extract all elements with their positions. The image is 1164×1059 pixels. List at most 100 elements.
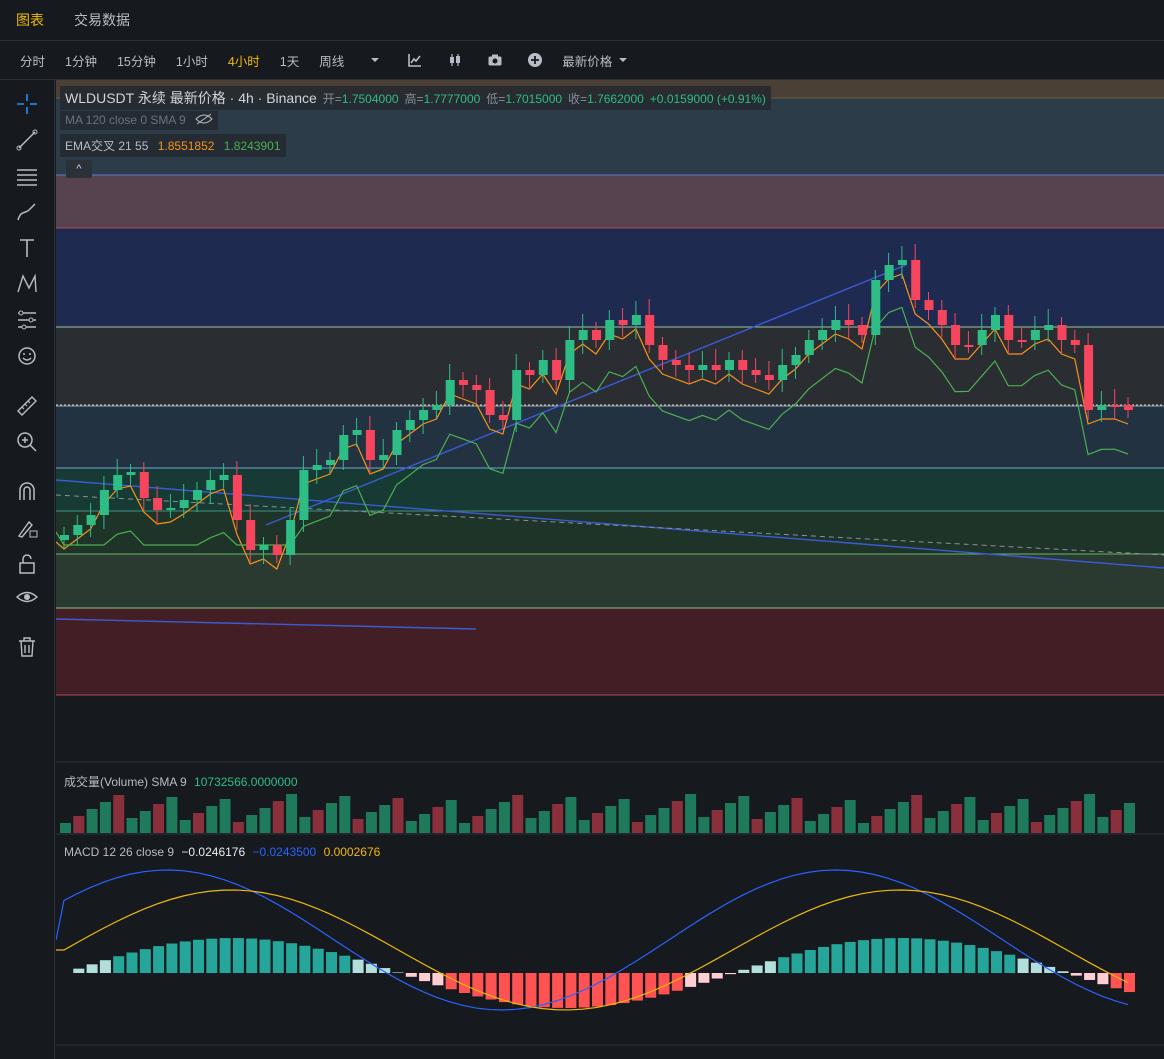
volume-bar	[844, 800, 856, 833]
candle-body	[352, 430, 362, 435]
more-intervals-icon[interactable]	[366, 51, 384, 69]
collapse-legend-icon[interactable]: ^	[66, 160, 92, 178]
candle-body	[126, 472, 136, 475]
macd-histogram-bar	[86, 964, 98, 973]
candle-body	[246, 520, 256, 550]
candle-body	[1110, 405, 1120, 407]
candle-body	[738, 360, 748, 370]
candle-body	[525, 370, 535, 375]
hidden-eye-icon[interactable]	[195, 113, 213, 128]
price-chart[interactable]	[56, 80, 1164, 1059]
tab-trading-data[interactable]: 交易数据	[74, 10, 130, 30]
candle-body	[951, 325, 961, 345]
volume-bar	[1097, 817, 1109, 833]
tab-chart[interactable]: 图表	[16, 10, 44, 30]
volume-bar	[631, 822, 643, 833]
ma-legend[interactable]: MA 120 close 0 SMA 9	[60, 111, 219, 131]
macd-histogram-bar	[552, 973, 564, 1008]
macd-histogram-bar	[405, 973, 417, 977]
fib-band-7	[56, 511, 1164, 554]
measure-lines-icon[interactable]	[13, 306, 41, 334]
emoji-icon[interactable]	[13, 342, 41, 370]
candle-body	[419, 410, 429, 420]
volume-bar	[937, 811, 949, 833]
price-type-dropdown[interactable]: 最新价格	[562, 51, 612, 70]
candle-body	[339, 435, 349, 460]
candle-body	[139, 472, 149, 498]
interval-4h[interactable]: 4小时	[228, 51, 260, 70]
eye-icon[interactable]	[13, 583, 41, 611]
macd-histogram-bar	[299, 945, 311, 973]
trash-icon[interactable]	[13, 633, 41, 661]
interval-15m[interactable]: 15分钟	[117, 51, 156, 70]
candle-body	[405, 420, 415, 430]
volume-bar	[951, 804, 963, 833]
macd-histogram-bar	[339, 955, 351, 973]
macd-histogram-bar	[711, 973, 723, 979]
ema-legend[interactable]: EMA交叉 21 55 1.8551852 1.8243901	[60, 134, 286, 157]
volume-bar	[592, 813, 603, 833]
macd-histogram-bar	[326, 952, 337, 973]
volume-bar	[193, 813, 204, 833]
volume-bar	[166, 797, 178, 833]
volume-bar	[525, 818, 537, 833]
crosshair-icon[interactable]	[13, 90, 41, 118]
volume-bar	[219, 799, 231, 833]
interval-1m[interactable]: 1分钟	[65, 51, 97, 70]
unlock-icon[interactable]	[13, 550, 41, 578]
volume-bar	[405, 821, 417, 833]
symbol-legend: WLDUSDT 永续 最新价格 · 4h · Binance 开=1.75040…	[60, 86, 771, 110]
ma-legend-label: MA 120 close 0 SMA 9	[65, 113, 186, 127]
volume-bar	[113, 795, 125, 833]
candle-body	[193, 490, 202, 500]
candle-body	[99, 490, 109, 515]
volume-bar	[764, 812, 776, 833]
candle-body	[831, 320, 841, 330]
candle-body	[206, 480, 216, 490]
macd-histogram-bar	[565, 973, 577, 1008]
trend-line-icon[interactable]	[13, 126, 41, 154]
candle-body	[153, 498, 163, 510]
candle-body	[272, 545, 282, 555]
macd-histogram-bar	[126, 952, 138, 973]
camera-icon[interactable]	[486, 51, 504, 69]
ema-fast-value: 1.8551852	[157, 139, 215, 153]
interval-1d[interactable]: 1天	[280, 51, 299, 70]
macd-histogram-bar	[365, 963, 377, 973]
brush-icon[interactable]	[13, 198, 41, 226]
candle-body	[60, 535, 69, 540]
volume-bar	[299, 817, 311, 833]
candle-body	[897, 260, 907, 265]
magnet-icon[interactable]	[13, 478, 41, 506]
add-icon[interactable]	[526, 51, 544, 69]
indicators-icon[interactable]	[406, 51, 424, 69]
interval-1w[interactable]: 周线	[319, 51, 344, 70]
candle-body	[778, 365, 788, 380]
candle-body	[991, 315, 1000, 330]
macd-histogram-bar	[153, 946, 165, 973]
macd-histogram-bar	[977, 947, 989, 973]
candle-body	[73, 525, 83, 535]
zoom-in-icon[interactable]	[13, 428, 41, 456]
interval-time[interactable]: 分时	[20, 51, 45, 70]
fib-lines-icon[interactable]	[13, 162, 41, 190]
candle-type-icon[interactable]	[446, 51, 464, 69]
candle-body	[685, 365, 695, 370]
lock-draw-icon[interactable]	[13, 514, 41, 542]
volume-bar	[751, 819, 763, 833]
interval-1h[interactable]: 1小时	[176, 51, 208, 70]
macd-histogram-bar	[618, 973, 630, 1004]
volume-bar	[725, 803, 736, 833]
volume-bar	[326, 803, 337, 833]
pattern-icon[interactable]	[13, 270, 41, 298]
macd-histogram-bar	[419, 973, 431, 982]
text-icon[interactable]	[13, 234, 41, 262]
candle-body	[459, 380, 468, 385]
macd-histogram-bar	[951, 942, 963, 973]
volume-bar	[232, 822, 244, 833]
candle-body	[1057, 325, 1067, 340]
candle-body	[512, 370, 522, 420]
macd-histogram-bar	[911, 938, 923, 973]
price-type-chevron-icon[interactable]	[614, 51, 632, 69]
ruler-icon[interactable]	[13, 392, 41, 420]
